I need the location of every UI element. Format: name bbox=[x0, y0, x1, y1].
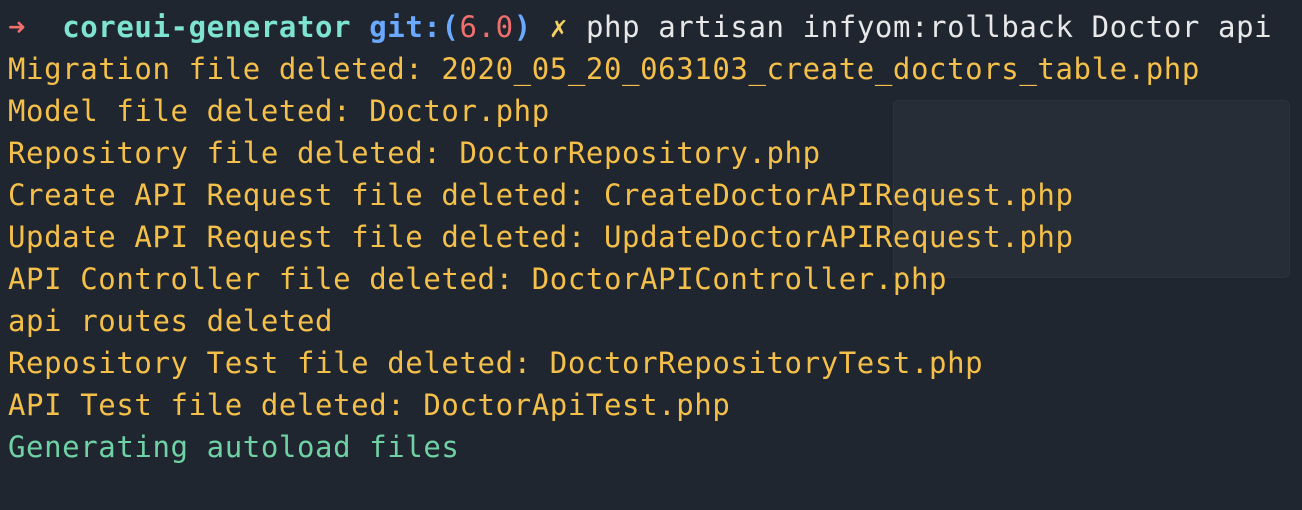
terminal-window[interactable]: ➜ coreui-generator git:(6.0) ✗ php artis… bbox=[0, 0, 1302, 470]
git-branch: 6.0 bbox=[459, 10, 514, 44]
output-line: Create API Request file deleted: CreateD… bbox=[8, 178, 1074, 212]
prompt-arrow-icon: ➜ bbox=[8, 10, 27, 44]
output-line: Update API Request file deleted: UpdateD… bbox=[8, 220, 1074, 254]
git-label: git:( bbox=[369, 10, 460, 44]
prompt-line: ➜ coreui-generator git:(6.0) ✗ php artis… bbox=[8, 6, 1272, 48]
output-line: Model file deleted: Doctor.php bbox=[8, 94, 550, 128]
output-line: Repository Test file deleted: DoctorRepo… bbox=[8, 346, 984, 380]
output-line: API Controller file deleted: DoctorAPICo… bbox=[8, 262, 948, 296]
command-text: php artisan infyom:rollback Doctor api bbox=[585, 10, 1273, 44]
autoload-message: Generating autoload files bbox=[8, 430, 460, 464]
git-label-close: ) bbox=[513, 10, 532, 44]
output-line: Repository file deleted: DoctorRepositor… bbox=[8, 136, 821, 170]
git-dirty-icon: ✗ bbox=[549, 10, 568, 44]
output-line: Migration file deleted: 2020_05_20_06310… bbox=[8, 52, 1200, 86]
current-directory: coreui-generator bbox=[62, 10, 352, 44]
output-line: api routes deleted bbox=[8, 304, 334, 338]
output-line: API Test file deleted: DoctorApiTest.php bbox=[8, 388, 731, 422]
